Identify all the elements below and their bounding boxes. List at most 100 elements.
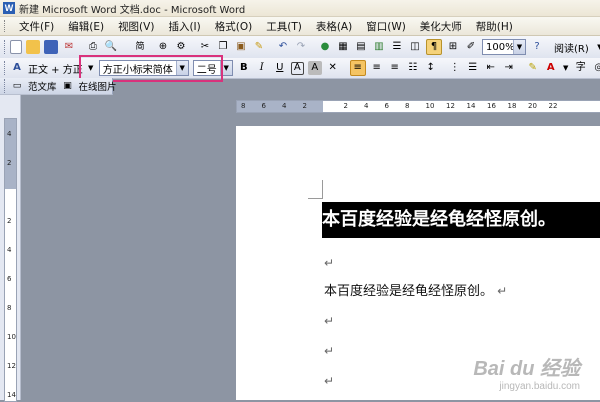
undo-icon[interactable]: ↶ xyxy=(276,40,290,54)
redo-icon[interactable]: ↷ xyxy=(294,40,308,54)
chevron-down-icon[interactable]: ▼ xyxy=(513,40,525,54)
menu-window[interactable]: 窗口(W) xyxy=(359,19,413,34)
ruler-tick-label: 22 xyxy=(548,102,558,110)
style-label[interactable]: 正文 + 方正 xyxy=(28,61,83,76)
fanwenku-button[interactable]: 范文库 xyxy=(28,79,57,93)
show-hide-icon[interactable]: ⊞ xyxy=(446,40,460,54)
cut-icon[interactable]: ✂ xyxy=(198,40,212,54)
insert-excel-icon[interactable]: ▥ xyxy=(372,40,386,54)
toolbar-grip[interactable] xyxy=(4,40,5,54)
menu-format[interactable]: 格式(O) xyxy=(208,19,259,34)
decrease-indent-icon[interactable]: ⇤ xyxy=(484,61,498,75)
vertical-ruler[interactable]: 4 2 2 4 6 8 10 12 14 xyxy=(4,118,17,402)
paragraph-mark: ↵ xyxy=(324,344,335,358)
align-right-icon[interactable]: ≡ xyxy=(388,61,402,75)
menu-insert[interactable]: 插入(I) xyxy=(161,19,207,34)
baidu-watermark: Bai du 经验 jingyan.baidu.com xyxy=(473,352,580,392)
drawing-icon[interactable]: ◫ xyxy=(408,40,422,54)
spelling-icon[interactable]: 简 xyxy=(128,40,152,54)
read-mode-button[interactable]: 阅读(R) xyxy=(554,40,589,55)
ruler-tick-label: 8 xyxy=(7,304,12,312)
numbering-icon[interactable]: ⋮ xyxy=(448,61,462,75)
ruler-tick-label: 20 xyxy=(528,102,537,110)
increase-indent-icon[interactable]: ⇥ xyxy=(502,61,516,75)
paste-icon[interactable]: ▣ xyxy=(234,40,248,54)
menu-help[interactable]: 帮助(H) xyxy=(469,19,520,34)
bullets-icon[interactable]: ☰ xyxy=(466,61,480,75)
character-scale-icon[interactable]: ✕ xyxy=(326,61,340,75)
body-text-line[interactable]: 本百度经验是经龟经怪原创。 ↵ xyxy=(324,280,507,299)
selected-heading[interactable]: 本百度经验是经龟经怪原创。 xyxy=(322,202,600,238)
ruler-tick-label: 6 xyxy=(261,102,266,110)
toolbar-grip[interactable] xyxy=(4,79,5,93)
zoom-combo[interactable]: 100% ▼ xyxy=(482,39,526,55)
format-painter-icon[interactable]: ✎ xyxy=(252,40,266,54)
underline-button[interactable]: U xyxy=(273,61,287,75)
insert-table-icon[interactable]: ▤ xyxy=(354,40,368,54)
tables-borders-icon[interactable]: ▦ xyxy=(336,40,350,54)
character-shading-button[interactable]: A xyxy=(307,61,322,75)
paragraph-mark: ↵ xyxy=(324,374,335,388)
chevron-down-icon[interactable]: ▼ xyxy=(562,61,570,75)
character-border-button[interactable]: A xyxy=(290,61,304,75)
ruler-tick-label: 10 xyxy=(7,333,16,341)
online-picture-icon[interactable]: ▣ xyxy=(61,79,75,93)
ruler-tick-label: 2 xyxy=(7,159,12,167)
phonetic-guide-icon[interactable]: 字 xyxy=(574,61,588,75)
bold-button[interactable]: B xyxy=(237,61,251,75)
save-icon[interactable] xyxy=(44,40,58,54)
distributed-icon[interactable]: ☷ xyxy=(406,61,420,75)
body-text: 本百度经验是经龟经怪原创。 xyxy=(324,284,494,299)
menu-file[interactable]: 文件(F) xyxy=(12,19,61,34)
columns-icon[interactable]: ☰ xyxy=(390,40,404,54)
help-icon[interactable]: ? xyxy=(530,40,544,54)
print-icon[interactable]: ⎙ xyxy=(86,40,100,54)
highlight-icon[interactable]: ✎ xyxy=(526,61,540,75)
align-justify-icon[interactable]: ≡ xyxy=(349,60,366,76)
ruler-tick-label: 4 xyxy=(364,102,369,110)
chevron-down-icon[interactable]: ▼ xyxy=(593,40,600,54)
watermark-url: jingyan.baidu.com xyxy=(499,381,580,392)
menu-table[interactable]: 表格(A) xyxy=(309,19,359,34)
font-color-icon[interactable]: A xyxy=(544,61,558,75)
new-document-icon[interactable] xyxy=(10,40,22,54)
ruler-tick-label: 8 xyxy=(405,102,410,110)
open-folder-icon[interactable] xyxy=(26,40,40,54)
research-icon[interactable]: ⊕ xyxy=(156,40,170,54)
enclose-characters-icon[interactable]: ◎ xyxy=(592,61,600,75)
permission-icon[interactable]: ✉ xyxy=(62,40,76,54)
fanwenku-icon[interactable]: ▭ xyxy=(10,79,24,93)
menu-beautify[interactable]: 美化大师 xyxy=(413,19,469,34)
margin-corner-mark xyxy=(308,180,323,199)
styles-pane-icon[interactable]: A xyxy=(10,61,24,75)
ruler-tick-label: 8 xyxy=(241,102,246,110)
paragraph-mark: ↵ xyxy=(324,256,335,270)
ink-icon[interactable]: ✐ xyxy=(464,40,478,54)
document-page[interactable]: 本百度经验是经龟经怪原创。 ↵ 本百度经验是经龟经怪原创。 ↵ ↵ ↵ ↵ Ba… xyxy=(236,126,600,400)
menu-tools[interactable]: 工具(T) xyxy=(259,19,309,34)
ruler-tick-label: 12 xyxy=(446,102,455,110)
ruler-tick-label: 12 xyxy=(7,362,16,370)
translate-icon[interactable]: ⚙ xyxy=(174,40,188,54)
online-picture-button[interactable]: 在线图片 xyxy=(79,79,117,93)
print-preview-icon[interactable]: 🔍 xyxy=(104,40,118,54)
line-spacing-icon[interactable]: ↕ xyxy=(424,61,438,75)
zoom-value: 100% xyxy=(486,41,513,53)
watermark-brand: Bai du 经验 xyxy=(473,358,580,380)
word-app-icon: W xyxy=(3,2,15,14)
copy-icon[interactable]: ❐ xyxy=(216,40,230,54)
toolbar-grip[interactable] xyxy=(4,20,8,32)
toolbar-grip[interactable] xyxy=(4,61,5,75)
hyperlink-icon[interactable]: ● xyxy=(318,40,332,54)
ruler-tick-label: 14 xyxy=(466,102,476,110)
ruler-tick-label: 4 xyxy=(282,102,287,110)
paragraph-mark: ↵ xyxy=(324,314,335,328)
horizontal-ruler[interactable]: 8 6 4 2 2 4 6 8 10 12 14 16 18 20 22 xyxy=(236,100,600,113)
menu-edit[interactable]: 编辑(E) xyxy=(61,19,111,34)
menu-view[interactable]: 视图(V) xyxy=(111,19,161,34)
ruler-tick-label: 4 xyxy=(7,246,12,254)
heading-text: 本百度经验是经龟经怪原创。 xyxy=(322,209,556,230)
italic-button[interactable]: I xyxy=(255,61,269,75)
align-center-icon[interactable]: ≡ xyxy=(370,61,384,75)
document-map-icon[interactable]: ¶ xyxy=(426,39,442,55)
